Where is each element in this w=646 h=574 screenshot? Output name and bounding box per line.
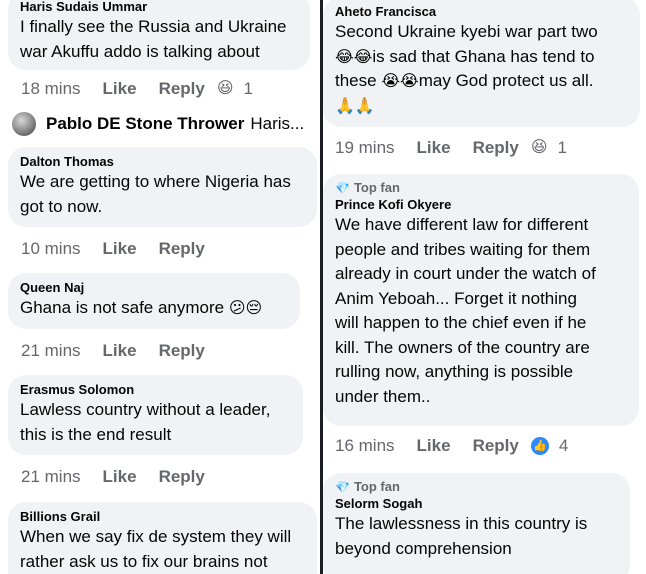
comment-text-line: rulling now, anything is possible bbox=[335, 362, 574, 381]
comment-bubble: Queen Naj Ghana is not safe anymore 😕😔 bbox=[8, 273, 300, 329]
reaction-count: 4 bbox=[558, 436, 569, 455]
comment-actions: 19 mins Like Reply 😆 1 bbox=[335, 136, 567, 160]
comment-text-line: these 😭😭may God protect us all. bbox=[335, 69, 628, 94]
comment-author[interactable]: Selorm Sogah bbox=[335, 495, 618, 512]
comment-text-line: I finally see the Russia and Ukraine bbox=[20, 17, 287, 36]
reply-button[interactable]: Reply bbox=[473, 436, 519, 456]
comment-text-line: Second Ukraine kyebi war part two bbox=[335, 22, 598, 41]
reaction-summary[interactable]: 😆 1 bbox=[531, 138, 567, 158]
laughing-face-icon: 😂 bbox=[353, 48, 373, 66]
comment-text-line: We have different law for different bbox=[335, 215, 589, 234]
comment-text-line: under them.. bbox=[335, 386, 431, 406]
comment-text-line: already in court under the watch of bbox=[335, 264, 596, 283]
like-button[interactable]: Like bbox=[417, 436, 451, 456]
comment-text-content: these bbox=[335, 71, 377, 90]
reply-button[interactable]: Reply bbox=[473, 138, 519, 158]
comment-actions: 21 mins Like Reply bbox=[21, 339, 213, 363]
comment-bubble: Aheto Francisca Second Ukraine kyebi war… bbox=[323, 0, 640, 127]
pensive-face-icon: 😔 bbox=[245, 300, 263, 317]
like-button[interactable]: Like bbox=[417, 138, 451, 158]
confused-face-icon: 😕 bbox=[228, 300, 246, 317]
reply-preview-author[interactable]: Pablo DE Stone Thrower bbox=[46, 114, 244, 134]
reaction-count: 1 bbox=[557, 138, 568, 157]
diamond-icon: 💎 bbox=[335, 181, 350, 195]
comment-text-line: When we say fix de system they will bbox=[20, 527, 292, 546]
comment-timestamp[interactable]: 10 mins bbox=[21, 239, 81, 259]
comment-bubble: 💎 Top fan Selorm Sogah The lawlessness in… bbox=[323, 473, 630, 574]
comment-text-line: Lawless country without a leader, bbox=[20, 400, 271, 419]
comment-actions: 21 mins Like Reply bbox=[21, 465, 213, 489]
comment-author[interactable]: Billions Grail bbox=[20, 508, 305, 525]
comment-bubble: Haris Sudais Ummar I finally see the Rus… bbox=[8, 0, 310, 70]
comment-timestamp[interactable]: 19 mins bbox=[335, 138, 395, 158]
diamond-icon: 💎 bbox=[335, 480, 350, 494]
like-button[interactable]: Like bbox=[103, 341, 137, 361]
like-button[interactable]: Like bbox=[103, 239, 137, 259]
comment-text-line: The lawlessness in this country is bbox=[335, 514, 588, 533]
comment-author[interactable]: Prince Kofi Okyere bbox=[335, 196, 627, 213]
comment-timestamp[interactable]: 18 mins bbox=[21, 79, 81, 99]
like-button[interactable]: Like bbox=[103, 467, 137, 487]
comment-text: Ghana is not safe anymore 😕😔 bbox=[20, 296, 288, 321]
comment-text-line: 🙏🙏 bbox=[335, 94, 628, 119]
comment-text-content: may God protect us all. bbox=[418, 71, 594, 90]
comment-text-line: war Akuffu addo is talking about bbox=[20, 41, 260, 61]
comment-timestamp[interactable]: 16 mins bbox=[335, 436, 395, 456]
comment-bubble: Billions Grail When we say fix de system… bbox=[8, 502, 317, 574]
crying-face-icon: 😭 bbox=[400, 73, 419, 90]
laughing-face-icon: 😂 bbox=[335, 48, 354, 66]
comment-text-line: 😂😂is sad that Ghana has tend to bbox=[335, 45, 628, 70]
praying-hands-icon: 🙏 bbox=[354, 97, 375, 115]
laughing-face-icon: 😆 bbox=[216, 80, 234, 97]
like-button[interactable]: Like bbox=[103, 79, 137, 99]
comment-text-content: is sad that Ghana has tend to bbox=[372, 46, 595, 66]
comment-timestamp[interactable]: 21 mins bbox=[21, 341, 81, 361]
comment-text-line: kill. The owners of the country are bbox=[335, 337, 590, 357]
comment-author[interactable]: Dalton Thomas bbox=[20, 153, 305, 170]
comment-text-line: rather ask us to fix our brains not bbox=[20, 551, 268, 571]
crying-face-icon: 😭 bbox=[381, 73, 401, 90]
reply-button[interactable]: Reply bbox=[159, 341, 205, 361]
comment-actions: 18 mins Like Reply 😆 1 bbox=[21, 77, 253, 101]
top-fan-badge: 💎 Top fan bbox=[335, 479, 618, 495]
comment-text-line: people and tribes waiting for them bbox=[335, 239, 591, 259]
top-fan-label: Top fan bbox=[353, 180, 400, 195]
reply-button[interactable]: Reply bbox=[159, 79, 205, 99]
comment-timestamp[interactable]: 21 mins bbox=[21, 467, 81, 487]
avatar[interactable] bbox=[12, 112, 36, 136]
reply-preview-text: Haris... bbox=[250, 114, 305, 133]
reaction-count: 1 bbox=[243, 79, 254, 98]
comment-text-line: got to now. bbox=[20, 196, 103, 216]
comment-bubble: Erasmus Solomon Lawless country without … bbox=[8, 375, 303, 455]
comment-author[interactable]: Erasmus Solomon bbox=[20, 381, 291, 398]
comment-text-content: Ghana is not safe anymore bbox=[20, 298, 225, 317]
comment-actions: 10 mins Like Reply bbox=[21, 237, 213, 261]
comment-text-line: will happen to the chief even if he bbox=[335, 313, 587, 332]
comment-actions: 16 mins Like Reply 👍 4 bbox=[335, 434, 568, 458]
left-comments-column: Haris Sudais Ummar I finally see the Rus… bbox=[0, 0, 320, 574]
comment-author[interactable]: Haris Sudais Ummar bbox=[20, 0, 298, 15]
comment-text-line: Anim Yeboah... Forget it nothing bbox=[335, 288, 577, 308]
reply-preview[interactable]: Pablo DE Stone Thrower Haris... bbox=[12, 110, 312, 138]
right-comments-column: Aheto Francisca Second Ukraine kyebi war… bbox=[323, 0, 646, 574]
comment-author[interactable]: Aheto Francisca bbox=[335, 3, 628, 20]
comment-text-line: beyond comprehension bbox=[335, 538, 512, 558]
reply-button[interactable]: Reply bbox=[159, 239, 205, 259]
top-fan-label: Top fan bbox=[353, 479, 400, 494]
reaction-summary[interactable]: 😆 1 bbox=[217, 79, 253, 99]
praying-hands-icon: 🙏 bbox=[335, 97, 355, 115]
thumbs-up-icon: 👍 bbox=[530, 437, 549, 455]
top-fan-badge: 💎 Top fan bbox=[335, 180, 627, 196]
comment-author[interactable]: Queen Naj bbox=[20, 279, 288, 296]
reaction-summary[interactable]: 👍 4 bbox=[530, 436, 569, 456]
comment-text-line: We are getting to where Nigeria has bbox=[20, 172, 291, 191]
comment-text-line: this is the end result bbox=[20, 424, 172, 444]
comment-bubble: Dalton Thomas We are getting to where Ni… bbox=[8, 147, 317, 227]
comment-bubble: 💎 Top fan Prince Kofi Okyere We have diff… bbox=[323, 174, 639, 426]
laughing-face-icon: 😆 bbox=[530, 139, 548, 156]
reply-button[interactable]: Reply bbox=[159, 467, 205, 487]
